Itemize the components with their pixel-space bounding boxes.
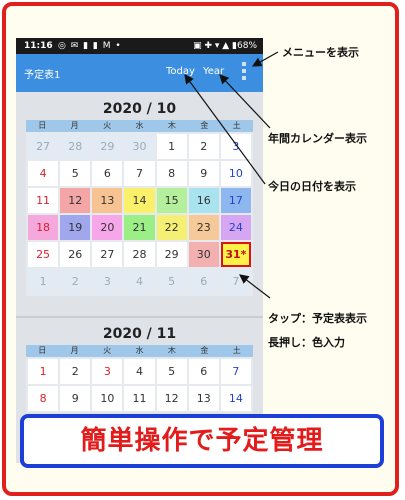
callout-year: 年間カレンダー表示 xyxy=(268,132,367,145)
feature-banner: 簡単操作で予定管理 xyxy=(20,414,384,468)
callout-today: 今日の日付を表示 xyxy=(268,180,356,193)
banner-text: 簡単操作で予定管理 xyxy=(80,426,324,456)
callout-tap: タップ：予定表表示 xyxy=(268,312,367,325)
callout-menu: メニューを表示 xyxy=(282,46,359,59)
callout-longpress: 長押し：色入力 xyxy=(268,336,345,349)
